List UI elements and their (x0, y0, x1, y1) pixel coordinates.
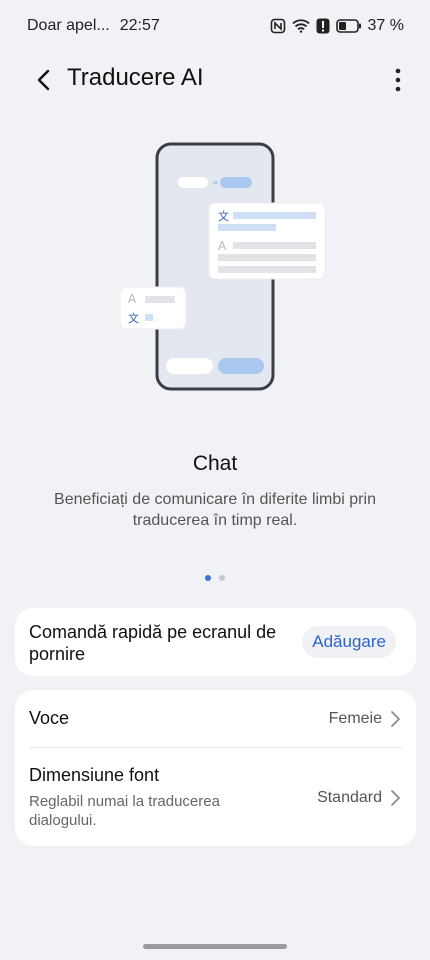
status-bar: Doar apel... 22:57 37 % (0, 0, 430, 52)
wifi-icon (291, 19, 310, 33)
svg-text:文: 文 (218, 209, 229, 223)
chevron-right-icon (391, 711, 400, 727)
shortcut-label: Comandă rapidă pe ecranul de pornire (29, 622, 277, 664)
page-dot-active[interactable] (205, 575, 211, 581)
home-indicator[interactable] (143, 944, 287, 949)
add-shortcut-button[interactable]: Adăugare (302, 626, 396, 658)
font-size-setting-subtitle: Reglabil numai la traducerea dialogului. (29, 793, 220, 829)
settings-card: Voce Femeie Dimensiune font Reglabil num… (15, 690, 416, 846)
page-dot[interactable] (219, 575, 225, 581)
font-size-setting-title: Dimensiune font (29, 765, 160, 785)
more-options-button[interactable] (386, 62, 410, 98)
clock: 22:57 (119, 17, 160, 34)
shortcut-card: Comandă rapidă pe ecranul de pornire Adă… (15, 608, 416, 676)
voice-setting-title: Voce (29, 708, 70, 728)
page-title: Traducere AI (67, 64, 204, 91)
battery-percent: 37 % (367, 17, 404, 34)
back-arrow-icon (37, 69, 50, 91)
more-vertical-icon (395, 68, 401, 92)
app-bar: Traducere AI (0, 52, 430, 108)
font-size-setting-row[interactable]: Dimensiune font Reglabil numai la traduc… (15, 748, 416, 846)
svg-text:文: 文 (128, 311, 139, 325)
voice-setting-row[interactable]: Voce Femeie (15, 690, 416, 748)
feature-title: Chat (192, 452, 238, 475)
feature-description: Beneficiați de comunicare în diferite li… (54, 491, 376, 529)
back-button[interactable] (26, 62, 62, 98)
alert-icon (316, 18, 330, 34)
battery-icon (335, 19, 362, 33)
chat-illustration: 文 A A 文 (0, 130, 430, 410)
font-size-setting-value: Standard (317, 789, 382, 806)
svg-text:A: A (128, 292, 137, 306)
voice-setting-value: Femeie (328, 710, 382, 727)
carrier-text: Doar apel... (27, 17, 110, 34)
page-indicator (0, 575, 430, 581)
chevron-right-icon (391, 790, 400, 806)
svg-text:A: A (218, 239, 227, 253)
nfc-icon (270, 18, 286, 34)
